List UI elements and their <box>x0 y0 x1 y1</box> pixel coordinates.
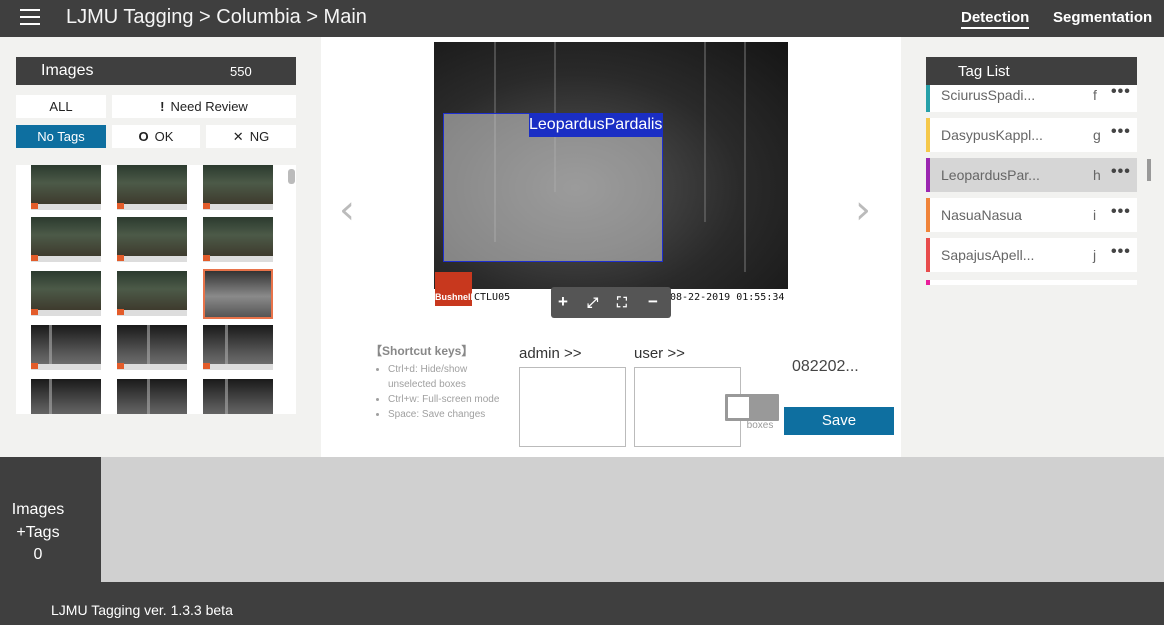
thumbnail-grid <box>16 165 296 414</box>
shortcut-item: Space: Save changes <box>388 407 508 422</box>
tag-item[interactable]: DasypusKappl... g ••• <box>926 118 1137 152</box>
filter-no-tags-label: No Tags <box>37 129 85 144</box>
images-title: Images <box>41 62 94 79</box>
filter-no-tags-button[interactable]: No Tags <box>16 125 106 148</box>
tag-name: LeopardusPar... <box>941 167 1040 183</box>
tag-item[interactable]: SapajusApell... j ••• <box>926 238 1137 272</box>
more-icon[interactable]: ••• <box>1111 85 1131 101</box>
shortcut-title: 【Shortcut keys】 <box>370 344 474 358</box>
admin-comment-label: admin >> <box>519 345 582 362</box>
tag-shortcut-key: h <box>1093 167 1101 183</box>
images-tags-strip: Images +Tags 0 <box>0 457 1164 582</box>
viewer-panel: ‹ › LeopardusPardalis CTLU05 08-22-2019 … <box>321 37 901 457</box>
tag-name: DasypusKappl... <box>941 127 1043 143</box>
image-thumbnail[interactable] <box>31 271 101 316</box>
images-count: 550 <box>230 64 252 79</box>
tag-shortcut-key: g <box>1093 127 1101 143</box>
thumbnail-scrollbar[interactable] <box>288 169 295 184</box>
tag-item[interactable]: NasuaNasua i ••• <box>926 198 1137 232</box>
circle-icon: O <box>138 129 149 144</box>
image-thumbnail[interactable] <box>31 379 101 414</box>
tag-list-scrollbar[interactable] <box>1147 159 1151 181</box>
more-icon[interactable]: ••• <box>1111 123 1131 141</box>
image-thumbnail[interactable] <box>31 165 101 210</box>
image-thumbnail[interactable] <box>117 217 187 262</box>
tag-item-selected[interactable]: LeopardusPar... h ••• <box>926 158 1137 192</box>
next-image-icon[interactable]: › <box>855 187 871 233</box>
tag-name: NasuaNasua <box>941 207 1022 223</box>
filter-all-button[interactable]: ALL <box>16 95 106 118</box>
filter-ng-button[interactable]: ✕ NG <box>206 125 296 148</box>
image-thumbnail[interactable] <box>117 271 187 316</box>
images-tags-count: 0 <box>33 546 43 563</box>
camera-id: CTLU05 <box>474 292 511 303</box>
zoom-out-icon[interactable]: − <box>648 292 658 312</box>
toggle-knob <box>728 397 749 418</box>
zoom-toolbar: + ⤢ ⛶ − <box>551 287 671 318</box>
filter-need-review-label: Need Review <box>170 99 248 114</box>
tag-shortcut-key: j <box>1093 247 1097 263</box>
images-tags-label: Images <box>11 501 65 518</box>
tab-segmentation[interactable]: Segmentation <box>1053 9 1152 26</box>
tag-panel: Tag List SciurusSpadi... f ••• DasypusKa… <box>901 37 1164 457</box>
images-panel: Images 550 ALL ! Need Review No Tags O OK … <box>0 37 321 457</box>
tag-name: SciurusSpadi... <box>941 87 1036 103</box>
fullscreen-icon[interactable]: ⛶ <box>617 294 627 311</box>
tag-list-title: Tag List <box>958 63 1010 80</box>
image-thumbnail-selected[interactable] <box>203 269 273 319</box>
shortcut-item: Ctrl+w: Full-screen mode <box>388 392 508 407</box>
tag-list-next-item <box>926 280 1137 285</box>
tag-shortcut-key: f <box>1093 87 1097 103</box>
filter-need-review-button[interactable]: ! Need Review <box>112 95 296 118</box>
tag-list: SciurusSpadi... f ••• DasypusKappl... g … <box>926 85 1137 285</box>
tag-item[interactable]: SciurusSpadi... f ••• <box>926 85 1137 112</box>
previous-image-icon[interactable]: ‹ <box>339 187 355 233</box>
more-icon[interactable]: ••• <box>1111 163 1131 181</box>
admin-comment-box[interactable] <box>519 367 626 447</box>
camera-trap-image[interactable]: LeopardusPardalis CTLU05 08-22-2019 01:5… <box>434 42 788 307</box>
image-thumbnail[interactable] <box>117 165 187 210</box>
image-thumbnail[interactable] <box>117 379 187 414</box>
image-timestamp: 08-22-2019 01:55:34 <box>670 292 785 303</box>
hide-boxes-toggle[interactable] <box>725 394 779 421</box>
bounding-box-label: LeopardusPardalis <box>529 113 663 137</box>
menu-icon[interactable] <box>20 9 40 26</box>
shortcut-item: Ctrl+d: Hide/show unselected boxes <box>388 362 508 392</box>
tag-list-header: Tag List <box>926 57 1137 85</box>
shortcut-help: 【Shortcut keys】 Ctrl+d: Hide/show unsele… <box>370 342 508 422</box>
images-tags-tab[interactable]: Images +Tags 0 <box>0 457 101 582</box>
image-thumbnail[interactable] <box>203 165 273 210</box>
images-tags-label: +Tags <box>16 524 60 541</box>
camera-brand-logo: Bushnell <box>435 272 473 306</box>
tag-shortcut-key: i <box>1093 207 1097 223</box>
file-id: 082202... <box>792 358 859 375</box>
filter-ng-label: NG <box>249 129 270 144</box>
filter-ok-button[interactable]: O OK <box>112 125 200 148</box>
image-thumbnail[interactable] <box>203 217 273 262</box>
image-thumbnail[interactable] <box>203 325 273 370</box>
tab-detection[interactable]: Detection <box>961 9 1030 29</box>
image-thumbnail[interactable] <box>31 217 101 262</box>
images-header: Images 550 <box>16 57 296 85</box>
top-bar: LJMU Tagging > Columbia > Main Detection… <box>0 0 1164 37</box>
breadcrumb: LJMU Tagging > Columbia > Main <box>66 6 367 28</box>
more-icon[interactable]: ••• <box>1111 243 1131 261</box>
image-thumbnail[interactable] <box>31 325 101 370</box>
version-text: LJMU Tagging ver. 1.3.3 beta <box>51 602 233 618</box>
fit-icon[interactable]: ⤢ <box>587 294 598 311</box>
save-button[interactable]: Save <box>784 407 894 435</box>
image-thumbnail[interactable] <box>203 379 273 414</box>
image-thumbnail[interactable] <box>117 325 187 370</box>
zoom-in-icon[interactable]: + <box>558 292 568 312</box>
footer: LJMU Tagging ver. 1.3.3 beta <box>0 582 1164 625</box>
user-comment-label: user >> <box>634 345 685 362</box>
filter-all-label: ALL <box>49 99 73 114</box>
tag-name: SapajusApell... <box>941 247 1035 263</box>
exclamation-icon: ! <box>160 99 165 114</box>
cross-icon: ✕ <box>232 129 244 144</box>
more-icon[interactable]: ••• <box>1111 203 1131 221</box>
filter-ok-label: OK <box>154 129 174 144</box>
